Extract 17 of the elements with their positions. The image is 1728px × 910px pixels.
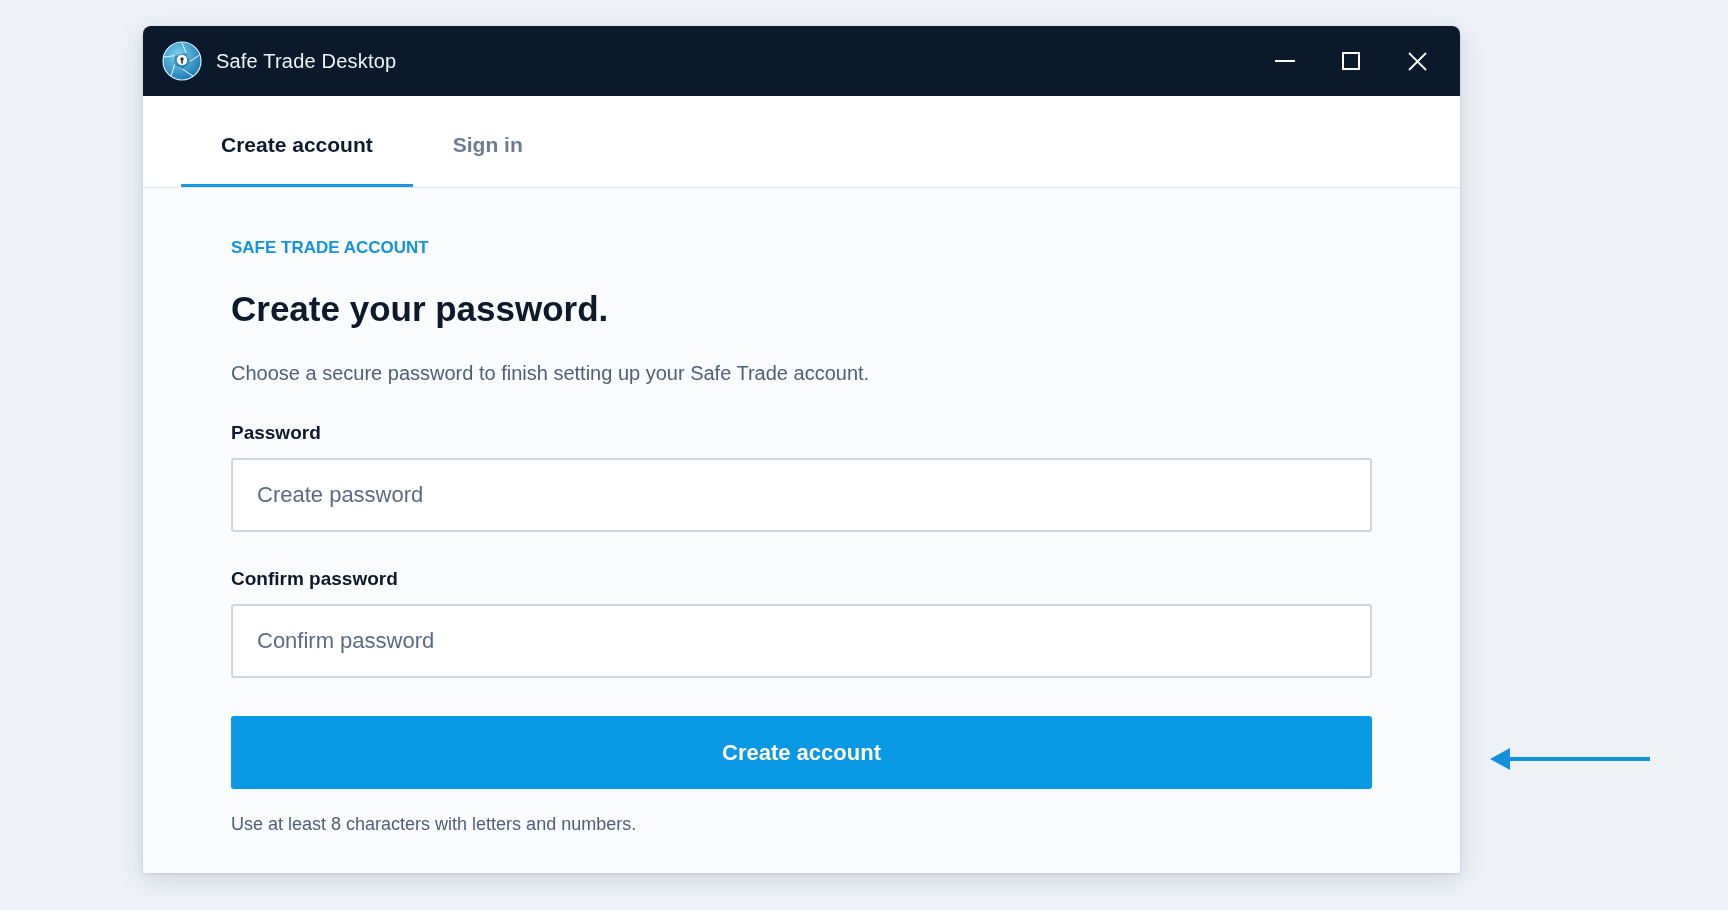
left-arrow-icon xyxy=(1490,747,1650,771)
aperture-logo-icon xyxy=(162,41,202,81)
page-heading: Create your password. xyxy=(231,288,610,330)
window-title: Safe Trade Desktop xyxy=(216,49,397,74)
maximize-icon xyxy=(1342,52,1360,70)
field-label: Password xyxy=(231,421,322,445)
hint-text: Use at least 8 characters with letters and numbers. xyxy=(231,813,638,836)
password-field[interactable]: Confirm password xyxy=(231,604,1372,678)
description-text: Choose a secure password to finish setting up your Safe Trade account. xyxy=(231,361,871,386)
minimize-icon xyxy=(1275,60,1295,62)
field-label: Confirm password xyxy=(231,567,399,591)
create-account-button[interactable]: Create account xyxy=(231,716,1372,789)
tab[interactable]: Create account xyxy=(181,96,413,187)
section-eyebrow: SAFE TRADE ACCOUNT xyxy=(231,237,430,259)
tab[interactable]: Sign in xyxy=(412,96,563,187)
close-icon xyxy=(1407,51,1427,71)
password-field[interactable]: Create password xyxy=(231,458,1372,532)
